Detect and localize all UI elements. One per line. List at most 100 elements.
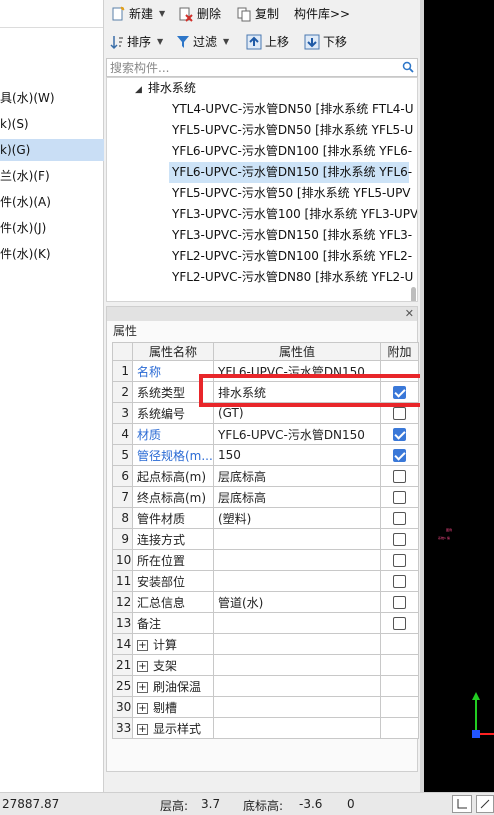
property-value[interactable] <box>213 549 381 571</box>
tree-item[interactable]: YFL5-UPVC-污水管DN50 [排水系统 YFL5-U <box>169 120 413 141</box>
status-coordinate: 27887.87 <box>2 797 60 811</box>
tree-item[interactable]: YFL2-UPVC-污水管DN100 [排水系统 YFL2- <box>169 246 412 267</box>
add-checkbox[interactable] <box>393 428 406 441</box>
add-checkbox[interactable] <box>393 596 406 609</box>
bottom-elevation-label: 底标高: <box>243 799 284 813</box>
left-category-item[interactable]: k)(G) <box>0 139 104 161</box>
property-value[interactable]: 层底标高 <box>213 486 381 508</box>
expand-plus-icon[interactable]: + <box>137 639 148 651</box>
tree-item[interactable]: YFL3-UPVC-污水管DN150 [排水系统 YFL3- <box>169 225 412 246</box>
expand-plus-icon[interactable]: + <box>137 723 148 735</box>
new-button[interactable]: 新建 ▼ <box>110 3 165 25</box>
property-row[interactable]: 21 + 支架 <box>112 654 419 676</box>
search-input[interactable] <box>110 60 395 75</box>
snap-toggle-icon[interactable] <box>476 795 494 813</box>
property-value[interactable]: 层底标高 <box>213 465 381 487</box>
add-checkbox[interactable] <box>393 470 406 483</box>
property-value[interactable] <box>213 654 381 676</box>
add-checkbox[interactable] <box>393 491 406 504</box>
property-row[interactable]: 11 安装部位 <box>112 570 419 592</box>
tree-item[interactable]: YFL6-UPVC-污水管DN100 [排水系统 YFL6- <box>169 141 412 162</box>
expand-plus-icon[interactable]: + <box>137 660 148 672</box>
property-row[interactable]: 12 汇总信息 管道(水) <box>112 591 419 613</box>
sort-button[interactable]: 排序 ▼ <box>110 31 163 53</box>
move-down-button[interactable]: 下移 <box>304 31 347 53</box>
library-button[interactable]: 构件库>> <box>294 3 350 25</box>
add-checkbox[interactable] <box>393 575 406 588</box>
property-row[interactable]: 14 + 计算 <box>112 633 419 655</box>
property-row[interactable]: 8 管件材质 (塑料) <box>112 507 419 529</box>
copy-button[interactable]: 复制 <box>236 3 279 25</box>
search-icon[interactable] <box>402 61 414 76</box>
property-row-number: 7 <box>112 486 133 508</box>
arrow-down-icon <box>304 34 320 50</box>
property-name-label: 安装部位 <box>137 574 186 589</box>
property-name-label: 系统类型 <box>137 385 186 400</box>
property-row[interactable]: 6 起点标高(m) 层底标高 <box>112 465 419 487</box>
property-value[interactable]: YFL6-UPVC-污水管DN150 <box>213 423 381 445</box>
property-add-cell <box>380 654 419 676</box>
property-name: 备注 <box>132 612 214 634</box>
property-add-cell <box>380 465 419 487</box>
component-tree: ◢ 排水系统 YTL4-UPVC-污水管DN50 [排水系统 FTL4-U YFL5… <box>106 77 418 302</box>
property-row[interactable]: 30 + 剔槽 <box>112 696 419 718</box>
expand-plus-icon[interactable]: + <box>137 681 148 693</box>
drawing-canvas[interactable]: 图例 系统1 编 <box>424 0 494 792</box>
tree-item[interactable]: YFL6-UPVC-污水管DN150 [排水系统 YFL6- <box>169 162 412 183</box>
ortho-toggle-icon[interactable] <box>452 795 472 813</box>
property-value[interactable] <box>213 696 381 718</box>
property-value[interactable] <box>213 633 381 655</box>
filter-button[interactable]: 过滤 ▼ <box>176 31 229 53</box>
property-value[interactable] <box>213 675 381 697</box>
vertical-scrollbar[interactable] <box>411 287 416 301</box>
property-row[interactable]: 25 + 刷油保温 <box>112 675 419 697</box>
tree-item[interactable]: YFL2-UPVC-污水管DN80 [排水系统 YFL2-U <box>169 267 413 288</box>
expand-plus-icon[interactable]: + <box>137 702 148 714</box>
add-checkbox[interactable] <box>393 407 406 420</box>
property-value[interactable] <box>213 528 381 550</box>
add-checkbox[interactable] <box>393 617 406 630</box>
left-category-item[interactable]: 件(水)(J) <box>0 217 104 239</box>
property-row[interactable]: 9 连接方式 <box>112 528 419 550</box>
property-value[interactable]: 150 <box>213 444 381 466</box>
new-label: 新建 <box>129 7 154 21</box>
add-checkbox[interactable] <box>393 533 406 546</box>
delete-button[interactable]: 删除 <box>178 3 221 25</box>
add-checkbox[interactable] <box>393 512 406 525</box>
property-value[interactable] <box>213 570 381 592</box>
property-name-label: 管径规格(m... <box>137 448 213 463</box>
property-row[interactable]: 7 终点标高(m) 层底标高 <box>112 486 419 508</box>
property-row[interactable]: 10 所在位置 <box>112 549 419 571</box>
library-label: 构件库>> <box>294 7 351 21</box>
property-name: 管径规格(m... <box>132 444 214 466</box>
property-value[interactable] <box>213 612 381 634</box>
property-value[interactable]: 管道(水) <box>213 591 381 613</box>
add-checkbox[interactable] <box>393 449 406 462</box>
property-row[interactable]: 4 材质 YFL6-UPVC-污水管DN150 <box>112 423 419 445</box>
property-row[interactable]: 33 + 显示样式 <box>112 717 419 739</box>
left-category-item[interactable]: 件(水)(K) <box>0 243 104 265</box>
property-name-label: 汇总信息 <box>137 595 186 610</box>
move-up-label: 上移 <box>265 35 290 49</box>
left-category-item[interactable]: 具(水)(W) <box>0 87 104 109</box>
left-category-item[interactable]: k)(S) <box>0 113 104 135</box>
move-up-button[interactable]: 上移 <box>246 31 289 53</box>
property-value[interactable]: (塑料) <box>213 507 381 529</box>
add-checkbox[interactable] <box>393 554 406 567</box>
tree-item[interactable]: YFL3-UPVC-污水管100 [排水系统 YFL3-UPV <box>169 204 417 225</box>
close-icon[interactable]: ✕ <box>405 307 414 320</box>
tree-item[interactable]: YTL4-UPVC-污水管DN50 [排水系统 FTL4-U <box>169 99 414 120</box>
property-row[interactable]: 13 备注 <box>112 612 419 634</box>
property-value[interactable] <box>213 717 381 739</box>
property-row[interactable]: 5 管径规格(m... 150 <box>112 444 419 466</box>
left-category-item[interactable]: 件(水)(A) <box>0 191 104 213</box>
tree-item[interactable]: YFL5-UPVC-污水管50 [排水系统 YFL5-UPV <box>169 183 411 204</box>
col-header-value: 属性值 <box>213 342 381 361</box>
left-category-item[interactable]: 兰(水)(F) <box>0 165 104 187</box>
delete-icon <box>179 7 193 22</box>
canvas-tiny-label: 系统1 编 <box>438 536 450 540</box>
left-category-panel: 具(水)(W) k)(S) k)(G) 兰(水)(F) 件(水)(A) 件(水)(J) 件(… <box>0 0 104 792</box>
tree-group-drainage[interactable]: ◢ 排水系统 <box>135 78 196 99</box>
delete-label: 删除 <box>197 7 222 21</box>
tree-collapse-icon[interactable]: ◢ <box>135 85 142 95</box>
